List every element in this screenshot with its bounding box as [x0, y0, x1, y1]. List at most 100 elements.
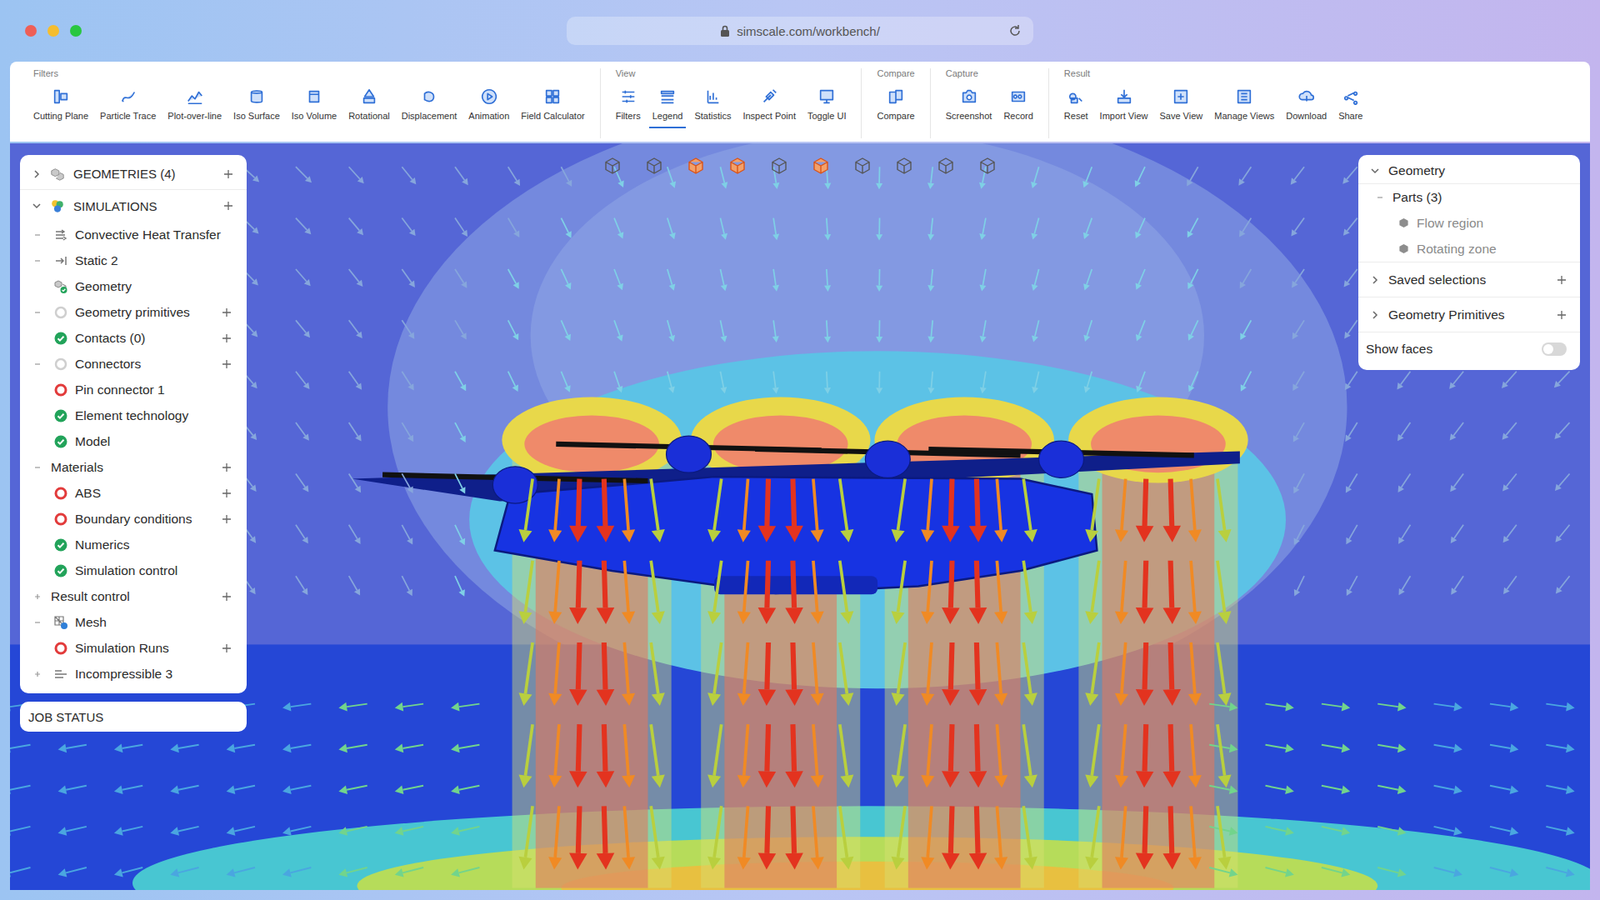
tree-item[interactable]: Numerics	[20, 531, 247, 558]
tree-item[interactable]: Simulation Runs	[20, 635, 247, 661]
toolbar-button[interactable]: Save View	[1155, 85, 1206, 129]
chevron-right-icon[interactable]	[1370, 310, 1380, 320]
tree-item[interactable]: Boundary conditions	[20, 505, 247, 532]
tree-item[interactable]: Mesh	[20, 609, 247, 635]
toolbar-button[interactable]: Compare	[873, 85, 918, 129]
toolbar-button[interactable]: Record	[1000, 85, 1036, 129]
chevron-down-icon[interactable]	[1370, 165, 1380, 176]
toolbar-button[interactable]: Iso Surface	[230, 85, 284, 129]
collapse-icon[interactable]	[33, 360, 42, 369]
panel-section[interactable]: Saved selections	[1358, 261, 1580, 297]
toolbar-button[interactable]: Download	[1282, 85, 1330, 129]
part-item[interactable]: Rotating zone	[1358, 235, 1580, 262]
toolbar-button[interactable]: Field Calculator	[517, 85, 588, 129]
collapse-icon[interactable]	[33, 463, 42, 472]
panel-section[interactable]: Geometry Primitives	[1358, 296, 1580, 332]
tool-icon	[1341, 87, 1360, 106]
toolbar-button[interactable]: Screenshot	[942, 85, 996, 129]
tree-item[interactable]: Contacts (0)	[20, 325, 247, 351]
add-icon[interactable]	[221, 591, 232, 602]
add-icon[interactable]	[221, 307, 232, 318]
tree-item[interactable]: Geometry	[20, 273, 247, 300]
tool-icon	[420, 87, 439, 106]
cube-view-icon[interactable]	[936, 156, 955, 175]
toolbar-button[interactable]: Import View	[1096, 85, 1152, 129]
tree-section[interactable]: SIMULATIONS	[20, 190, 247, 222]
show-faces-switch[interactable]	[1541, 342, 1567, 356]
expand-icon[interactable]	[33, 670, 42, 679]
add-icon[interactable]	[221, 359, 232, 370]
toolbar-button[interactable]: Manage Views	[1210, 85, 1278, 129]
cube-view-icon[interactable]	[686, 156, 705, 175]
toolbar-button[interactable]: Cutting Plane	[30, 85, 92, 129]
tree-item[interactable]: Materials	[20, 454, 247, 480]
toolbar-button[interactable]: Statistics	[690, 85, 735, 129]
toolbar-button[interactable]: Share	[1335, 85, 1366, 129]
cube-view-icon[interactable]	[728, 156, 747, 175]
toolbar-button[interactable]: Toggle UI	[804, 85, 850, 129]
tree-item[interactable]: Result control	[20, 583, 247, 610]
add-icon[interactable]	[223, 169, 234, 180]
3d-viewport[interactable]: GEOMETRIES (4) SIMULATIONS Convective He…	[10, 143, 1590, 890]
tool-icon	[247, 87, 266, 106]
tree-item[interactable]: Convective Heat Transfer	[20, 221, 247, 248]
collapse-icon[interactable]	[33, 230, 42, 240]
tool-icon	[51, 87, 70, 106]
cube-view-icon[interactable]	[853, 156, 872, 175]
toolbar-button[interactable]: Reset	[1060, 85, 1092, 129]
toolbar-button[interactable]: Filters	[612, 85, 645, 129]
cube-view-icon[interactable]	[603, 156, 622, 175]
collapse-icon[interactable]	[33, 256, 42, 265]
add-icon[interactable]	[1556, 275, 1567, 285]
collapse-icon[interactable]	[33, 308, 42, 317]
minimize-button[interactable]	[47, 25, 60, 37]
tree-item[interactable]: Static 2	[20, 247, 247, 274]
zoom-button[interactable]	[70, 25, 82, 37]
add-icon[interactable]	[1556, 310, 1567, 320]
tree-section[interactable]: GEOMETRIES (4)	[20, 158, 247, 190]
chevron-right-icon[interactable]	[31, 169, 42, 180]
cube-view-icon[interactable]	[895, 156, 914, 175]
add-icon[interactable]	[221, 488, 232, 499]
tree-item[interactable]: Incompressible 3	[20, 660, 247, 687]
panel-header[interactable]: Geometry	[1358, 158, 1580, 185]
tree-item[interactable]: Connectors	[20, 350, 247, 377]
add-icon[interactable]	[223, 200, 234, 211]
toolbar-button[interactable]: Particle Trace	[96, 85, 160, 129]
cube-view-icon[interactable]	[811, 156, 830, 175]
flow-visualization[interactable]	[10, 143, 1590, 890]
geometry-icon	[50, 166, 65, 182]
cube-view-icon[interactable]	[770, 156, 789, 175]
add-icon[interactable]	[221, 333, 232, 344]
add-icon[interactable]	[221, 643, 232, 654]
reload-icon[interactable]	[1008, 24, 1022, 38]
chevron-down-icon[interactable]	[31, 200, 42, 211]
cube-view-icon[interactable]	[645, 156, 664, 175]
tree-item[interactable]: Element technology	[20, 402, 247, 429]
toolbar-button[interactable]: Legend	[649, 85, 687, 129]
collapse-icon[interactable]	[33, 618, 42, 627]
tree-item[interactable]: Simulation control	[20, 557, 247, 584]
cube-view-icon[interactable]	[978, 156, 997, 175]
toolbar-button[interactable]: Displacement	[398, 85, 461, 129]
close-button[interactable]	[25, 25, 37, 37]
tree-item[interactable]: Pin connector 1	[20, 376, 247, 403]
job-status[interactable]: JOB STATUS	[20, 701, 247, 732]
expand-icon[interactable]	[33, 592, 42, 601]
add-icon[interactable]	[221, 514, 232, 525]
toolbar-button[interactable]: Rotational	[345, 85, 394, 129]
toolbar-button[interactable]: Inspect Point	[739, 85, 800, 129]
part-item[interactable]: Flow region	[1358, 210, 1580, 236]
collapse-icon[interactable]	[1375, 193, 1385, 202]
parts-group[interactable]: Parts (3)	[1358, 184, 1580, 210]
address-bar[interactable]: simscale.com/workbench/	[566, 16, 1034, 45]
title-bar: simscale.com/workbench/	[10, 0, 1590, 62]
tree-item[interactable]: Geometry primitives	[20, 299, 247, 325]
tree-item[interactable]: ABS	[20, 480, 247, 506]
toolbar-button[interactable]: Plot-over-line	[164, 85, 225, 129]
tree-item[interactable]: Model	[20, 428, 247, 455]
toolbar-button[interactable]: Animation	[465, 85, 513, 129]
toolbar-button[interactable]: Iso Volume	[288, 85, 340, 129]
chevron-right-icon[interactable]	[1370, 275, 1380, 285]
add-icon[interactable]	[221, 462, 232, 473]
